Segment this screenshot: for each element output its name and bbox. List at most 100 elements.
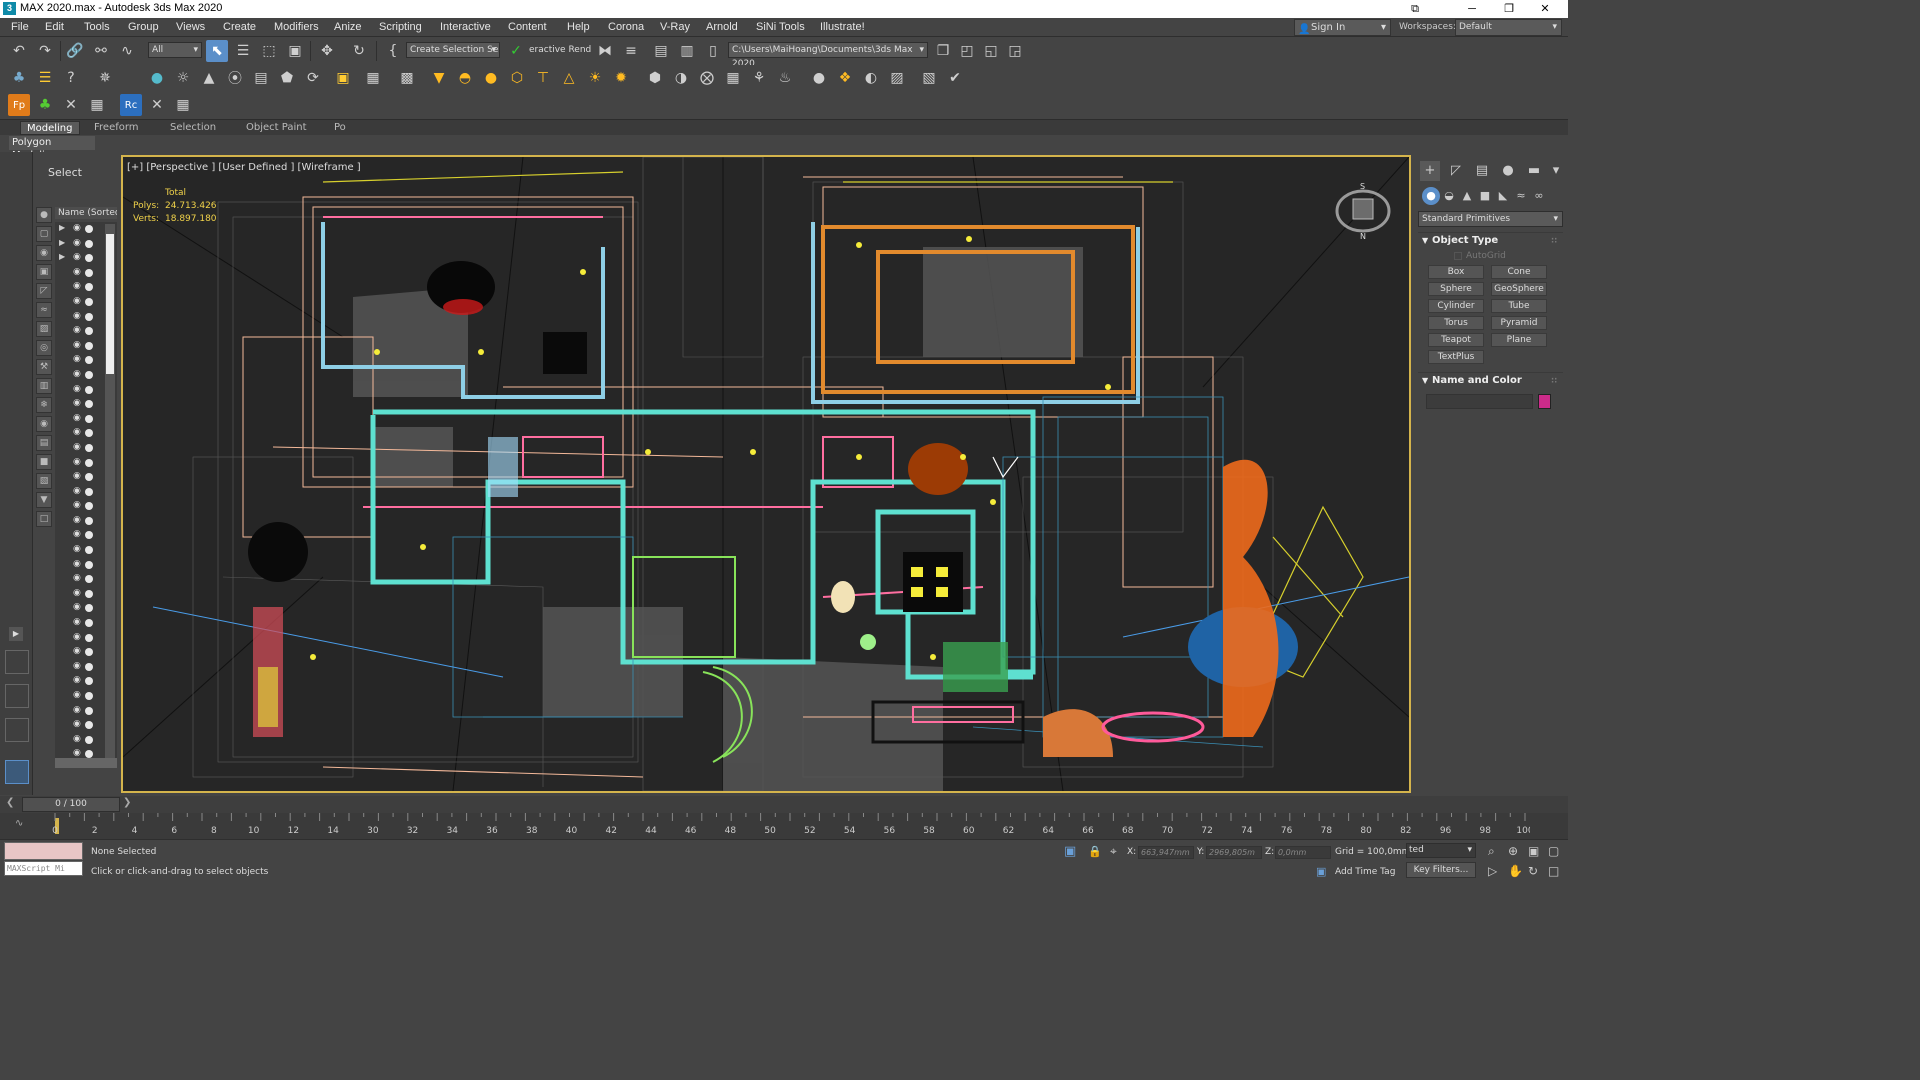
sphere-button[interactable]: Sphere [1428, 282, 1484, 296]
link-icon[interactable]: 🔗 [64, 40, 86, 62]
tab-freeform[interactable]: Freeform [88, 121, 145, 135]
vray-sun-icon[interactable]: ☀ [584, 67, 606, 89]
perspective-viewport[interactable]: [+] [Perspective ] [User Defined ] [Wire… [121, 155, 1411, 793]
move-icon[interactable]: ✥ [316, 40, 338, 62]
menu-views[interactable]: Views [176, 21, 205, 33]
scene-hscrollbar[interactable] [55, 758, 117, 768]
zoom-all-icon[interactable]: ⊕ [1508, 844, 1518, 858]
visibility-eye-icon[interactable]: ◉ [73, 238, 81, 248]
visibility-eye-icon[interactable]: ◉ [73, 588, 81, 598]
material-editor-icon[interactable]: ❖ [834, 67, 856, 89]
scene-select-label[interactable]: Select [48, 166, 82, 179]
select-object-icon[interactable]: ⬉ [206, 40, 228, 62]
render-teapot-icon[interactable]: ✓ [505, 40, 527, 62]
name-color-rollout[interactable]: ▼ Name and Color ∷ [1418, 372, 1563, 388]
align-icon[interactable]: ≡ [620, 40, 642, 62]
workspace-select[interactable]: Default ▾ [1455, 19, 1562, 36]
expand-arrow-icon[interactable]: ▶ [59, 238, 65, 247]
viewport-layout-icon[interactable] [5, 684, 29, 708]
layer-explorer-icon[interactable]: ▤ [650, 40, 672, 62]
forest-tree-icon[interactable]: ♣ [34, 94, 56, 116]
textplus-button[interactable]: TextPlus [1428, 350, 1484, 364]
tools-icon[interactable]: ✕ [60, 94, 82, 116]
lock-toggle-icon[interactable]: ▧ [918, 67, 940, 89]
viewport-layout-icon[interactable] [5, 718, 29, 742]
forest-pack-icon[interactable]: Fp [8, 94, 30, 116]
proxy-icon[interactable]: ⬢ [644, 67, 666, 89]
display-groups-icon[interactable]: ▨ [36, 321, 52, 337]
visibility-eye-icon[interactable]: ◉ [73, 544, 81, 554]
menu-anize[interactable]: Anize [334, 21, 362, 33]
rect-selection-icon[interactable]: ⬚ [258, 40, 280, 62]
shapes-icon[interactable]: ◒ [1440, 187, 1458, 205]
tab-selection[interactable]: Selection [164, 121, 222, 135]
visibility-eye-icon[interactable]: ◉ [73, 690, 81, 700]
visibility-eye-icon[interactable]: ◉ [73, 675, 81, 685]
visibility-eye-icon[interactable]: ◉ [73, 602, 81, 612]
display-spacewarps-icon[interactable]: ≈ [36, 302, 52, 318]
pan-icon[interactable]: ✋ [1508, 864, 1523, 878]
menu-content[interactable]: Content [508, 21, 547, 33]
track-bar[interactable]: ∿ 0 2 4 6 8 10 12 14 30 32 34 36 38 40 42 44 46 48 50 52 54 5… [0, 813, 1568, 839]
visibility-eye-icon[interactable]: ◉ [73, 719, 81, 729]
visibility-eye-icon[interactable]: ◉ [73, 354, 81, 364]
visibility-eye-icon[interactable]: ◉ [73, 296, 81, 306]
menu-illustrate[interactable]: Illustrate! [820, 21, 865, 33]
modify-tab-icon[interactable]: ◸ [1446, 161, 1466, 181]
maximize-button[interactable]: ❐ [1492, 0, 1526, 18]
frame-buffer-icon[interactable]: ▤ [250, 67, 272, 89]
selection-set-select[interactable]: Create Selection Se ▾ [406, 42, 500, 58]
menu-corona[interactable]: Corona [608, 21, 644, 33]
minimize-button[interactable]: ─ [1455, 0, 1489, 18]
menu-help[interactable]: Help [567, 21, 590, 33]
visibility-eye-icon[interactable]: ◉ [73, 573, 81, 583]
visibility-eye-icon[interactable]: ◉ [73, 500, 81, 510]
visibility-eye-icon[interactable]: ◉ [73, 325, 81, 335]
filter-icon[interactable]: ▼ [36, 492, 52, 508]
display-invert-icon[interactable]: ▧ [36, 473, 52, 489]
tree-icon[interactable]: ♣ [8, 67, 30, 89]
converter-icon[interactable]: ▨ [886, 67, 908, 89]
render-mode-label[interactable]: eractive Rend [529, 45, 591, 55]
pyramid-button[interactable]: Pyramid [1491, 316, 1547, 330]
light-bulb-icon[interactable]: ● [146, 67, 168, 89]
autogrid-checkbox[interactable]: AutoGrid [1454, 251, 1506, 261]
mesh-light-icon[interactable]: ⬡ [506, 67, 528, 89]
polygon-modeling-panel[interactable]: Polygon Modeling [9, 136, 95, 161]
set-project-icon[interactable]: ❐ [932, 40, 954, 62]
scene-menu-icon[interactable]: □ [36, 511, 52, 527]
name-column-header[interactable]: Name (Sorted A [55, 207, 117, 219]
restore-layout-icon[interactable]: ⧉ [1398, 0, 1432, 18]
zoom-extents-all-icon[interactable]: ▢ [1548, 844, 1559, 858]
zoom-extents-icon[interactable]: ▣ [1528, 844, 1539, 858]
geosphere-button[interactable]: GeoSphere [1491, 282, 1547, 296]
maxscript-listener[interactable] [4, 842, 83, 860]
systems-icon[interactable]: ∞ [1530, 187, 1548, 205]
visibility-eye-icon[interactable]: ◉ [73, 413, 81, 423]
viewport-layout-icon[interactable] [5, 650, 29, 674]
visibility-eye-icon[interactable]: ◉ [73, 223, 81, 233]
visibility-eye-icon[interactable]: ◉ [73, 748, 81, 758]
mirror-icon[interactable]: ⧓ [594, 40, 616, 62]
display-cameras-icon[interactable]: ▣ [36, 264, 52, 280]
clapper-icon[interactable]: ▩ [396, 67, 418, 89]
expand-icon[interactable]: ▶ [9, 627, 23, 641]
tab-object-paint[interactable]: Object Paint [240, 121, 313, 135]
next-frame-icon[interactable]: ❯ [123, 797, 135, 808]
utilities-tab-icon[interactable]: ▾ [1546, 161, 1566, 181]
visibility-eye-icon[interactable]: ◉ [73, 529, 81, 539]
visibility-eye-icon[interactable]: ◉ [73, 311, 81, 321]
menu-modifiers[interactable]: Modifiers [274, 21, 319, 33]
menu-scripting[interactable]: Scripting [379, 21, 422, 33]
display-tab-icon[interactable]: ▬ [1524, 161, 1544, 181]
table-icon[interactable]: ▦ [86, 94, 108, 116]
tools2-icon[interactable]: ✕ [146, 94, 168, 116]
bind-space-warp-icon[interactable]: ∿ [116, 40, 138, 62]
visibility-eye-icon[interactable]: ◉ [73, 559, 81, 569]
material-sphere-icon[interactable]: ● [808, 67, 830, 89]
camera-icon[interactable]: ▣ [332, 67, 354, 89]
lights-icon[interactable]: ▲ [1458, 187, 1476, 205]
maxscript-mini-listener[interactable]: MAXScript Mi [4, 861, 83, 876]
isolate-selection-icon[interactable]: ▣ [1064, 844, 1076, 859]
cone-light-icon[interactable]: ▲ [198, 67, 220, 89]
